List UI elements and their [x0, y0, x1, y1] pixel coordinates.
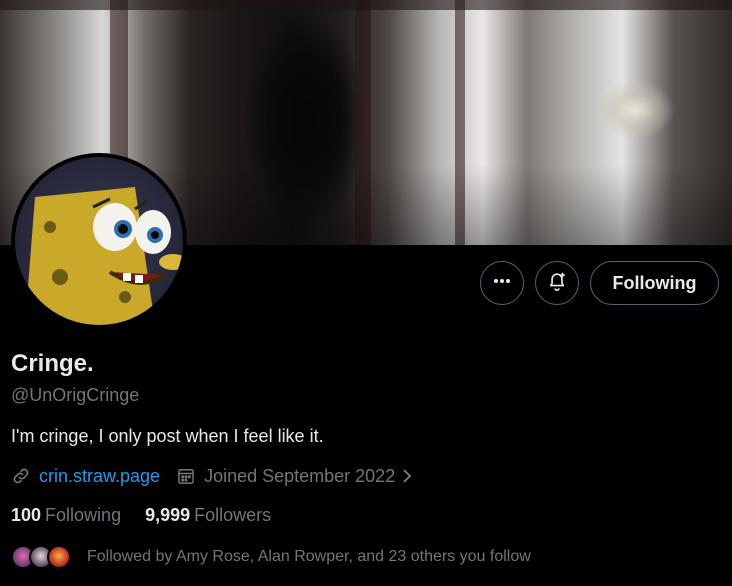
following-stat-label: Following: [45, 505, 122, 525]
chevron-right-icon: [401, 468, 413, 484]
bio: I'm cringe, I only post when I feel like…: [11, 426, 324, 446]
link-icon: [11, 466, 31, 486]
joined-date[interactable]: Joined September 2022: [176, 466, 413, 487]
followed-by-avatars: [11, 543, 73, 571]
handle: @UnOrigCringe: [11, 385, 140, 405]
website-link[interactable]: crin.straw.page: [39, 466, 160, 487]
joined-label: Joined September 2022: [204, 465, 396, 486]
more-icon: [492, 271, 512, 296]
profile-meta: crin.straw.page Joined September 2022: [11, 463, 413, 489]
profile-avatar[interactable]: [11, 153, 187, 329]
avatar-image: [15, 157, 183, 325]
display-name: Cringe.: [11, 350, 94, 377]
followers-count: 9,999: [145, 505, 191, 525]
avatar: [47, 545, 71, 569]
followed-by-text: Followed by Amy Rose, Alan Rowper, and 2…: [87, 548, 531, 565]
calendar-icon: [176, 466, 196, 486]
following-stat[interactable]: 100 Following: [11, 505, 121, 526]
followers-stat[interactable]: 9,999 Followers: [145, 505, 271, 526]
more-button[interactable]: [480, 261, 524, 305]
followed-by[interactable]: Followed by Amy Rose, Alan Rowper, and 2…: [11, 543, 531, 571]
following-button[interactable]: Following: [590, 261, 719, 305]
follow-stats: 100 Following 9,999 Followers: [11, 505, 295, 526]
followers-stat-label: Followers: [194, 505, 272, 525]
notifications-button[interactable]: [535, 261, 579, 305]
bell-plus-icon: [546, 270, 568, 297]
spongebob-avatar-art: [25, 187, 183, 325]
following-count: 100: [11, 505, 42, 525]
